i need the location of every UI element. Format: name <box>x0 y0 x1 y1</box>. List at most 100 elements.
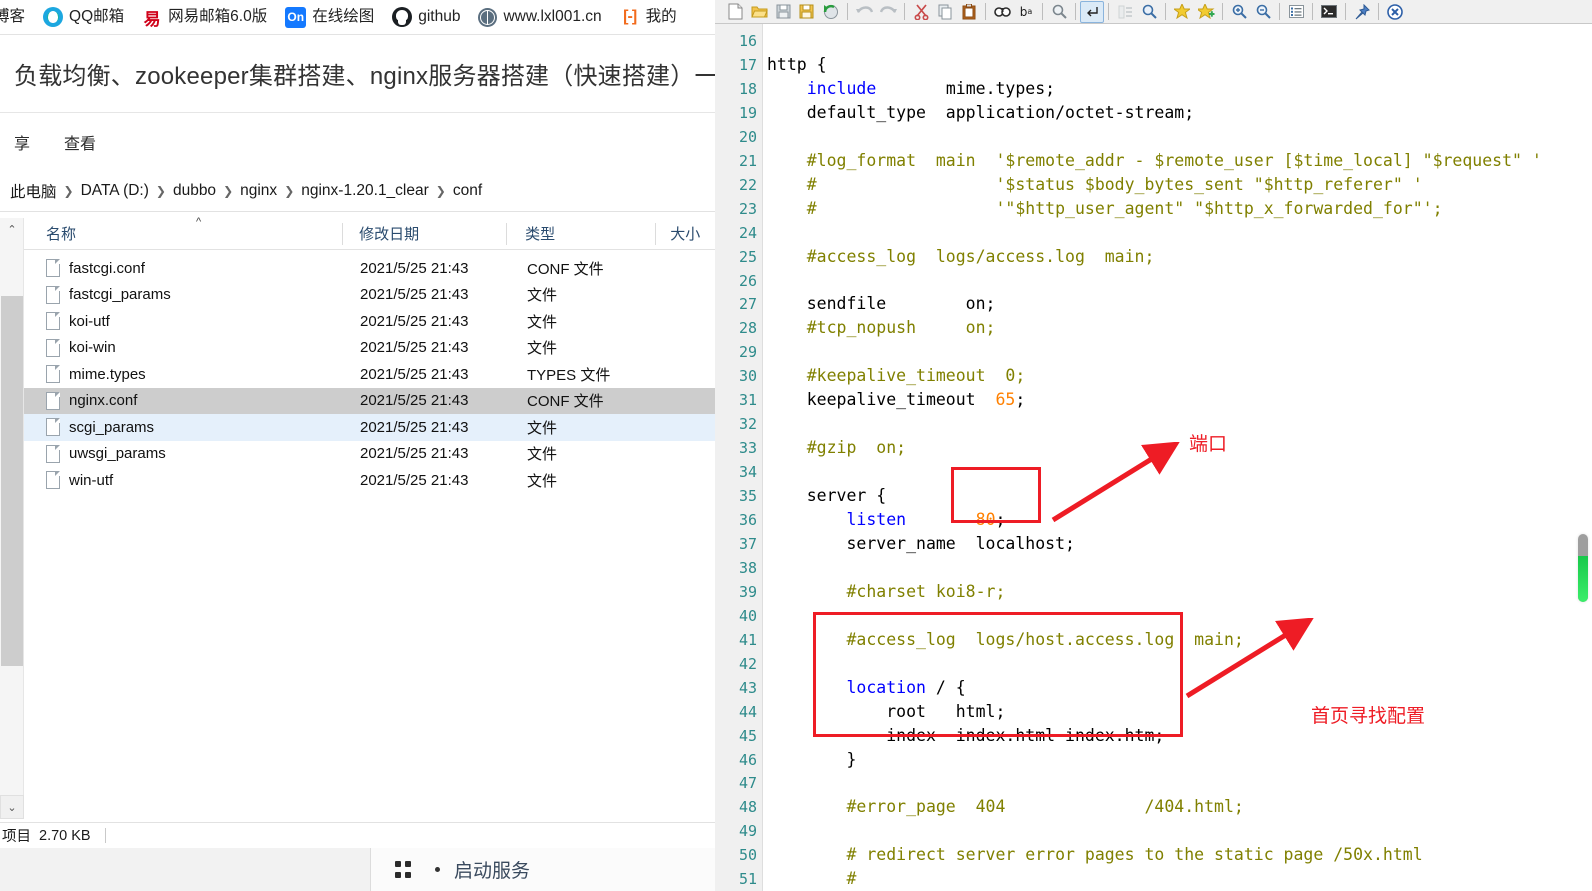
code-token: #keepalive_timeout 0; <box>767 366 1026 386</box>
table-row[interactable]: koi-utf 2021/5/25 21:43 文件 <box>24 308 715 335</box>
file-type: TYPES 文件 <box>527 366 611 384</box>
table-row[interactable]: fastcgi.conf 2021/5/25 21:43 CONF 文件 <box>24 255 715 282</box>
code-line[interactable]: root html; <box>767 700 1005 724</box>
code-line[interactable]: http { <box>767 53 827 77</box>
taskbar-left-region <box>0 848 370 891</box>
bookmark-netease-mail[interactable]: 易 网易邮箱6.0版 <box>142 7 268 29</box>
code-line[interactable]: #gzip on; <box>767 436 906 460</box>
table-row[interactable]: mime.types 2021/5/25 21:43 TYPES 文件 <box>24 361 715 388</box>
table-row[interactable]: win-utf 2021/5/25 21:43 文件 <box>24 467 715 494</box>
bookmark-icon[interactable] <box>1170 1 1194 23</box>
breadcrumb-this-pc[interactable]: 此电脑 <box>10 180 57 202</box>
bookmark-qq-mail[interactable]: QQ邮箱 <box>43 7 124 27</box>
breadcrumb-nginx[interactable]: nginx <box>240 182 277 200</box>
code-line[interactable]: #access_log logs/host.access.log main; <box>767 628 1243 652</box>
code-line[interactable]: #access_log logs/access.log main; <box>767 245 1155 269</box>
code-line[interactable]: include mime.types; <box>767 77 1055 101</box>
code-line[interactable]: # '$status $body_bytes_sent "$http_refer… <box>767 173 1423 197</box>
document-icon <box>46 338 60 357</box>
code-line[interactable]: listen 80; <box>767 508 1005 532</box>
code-line[interactable]: # <box>767 867 856 891</box>
redo-icon[interactable] <box>876 1 900 23</box>
zoom-selection-icon[interactable] <box>1137 1 1161 23</box>
new-file-icon[interactable] <box>723 1 747 23</box>
indent-guideline-icon[interactable] <box>1113 1 1137 23</box>
column-header-name[interactable]: 名称 <box>24 223 342 245</box>
code-line[interactable]: server { <box>767 484 886 508</box>
close-icon[interactable] <box>1383 1 1407 23</box>
document-icon <box>46 285 60 304</box>
breadcrumb-data-d[interactable]: DATA (D:) <box>81 182 149 200</box>
file-name: koi-utf <box>69 312 110 330</box>
zoom-out-icon[interactable] <box>1251 1 1275 23</box>
code-line[interactable]: #charset koi8-r; <box>767 580 1005 604</box>
line-number: 39 <box>738 582 757 601</box>
code-line[interactable]: # redirect server error pages to the sta… <box>767 843 1422 867</box>
code-token: # <box>767 869 857 889</box>
taskbar-item-start-service[interactable]: 启动服务 <box>435 856 530 883</box>
code-token: #charset koi8-r; <box>767 581 1006 601</box>
pin-icon[interactable] <box>1350 1 1374 23</box>
code-line[interactable]: #tcp_nopush on; <box>767 316 996 340</box>
table-row[interactable]: fastcgi_params 2021/5/25 21:43 文件 <box>24 282 715 309</box>
save-all-icon[interactable] <box>795 1 819 23</box>
save-icon[interactable] <box>771 1 795 23</box>
column-header-size[interactable]: 大小 <box>655 222 715 245</box>
scrollbar-thumb[interactable] <box>1578 556 1588 602</box>
code-line[interactable]: #log_format main '$remote_addr - $remote… <box>767 149 1542 173</box>
line-number: 25 <box>738 247 757 266</box>
code-line[interactable]: # '"$http_user_agent" "$http_x_forwarded… <box>767 197 1443 221</box>
scroll-up-icon[interactable]: ⌃ <box>0 218 24 240</box>
replace-icon[interactable]: ba <box>1014 1 1038 23</box>
scrollbar-thumb[interactable] <box>1 296 23 666</box>
show-all-chars-icon[interactable] <box>1080 0 1104 23</box>
code-line[interactable]: #error_page 404 /404.html; <box>767 795 1243 819</box>
file-list-scrollbar[interactable]: ⌃ ⌄ <box>0 218 24 818</box>
code-line[interactable]: default_type application/octet-stream; <box>767 101 1194 125</box>
run-console-icon[interactable] <box>1317 1 1341 23</box>
code-line[interactable]: keepalive_timeout 65; <box>767 388 1026 412</box>
scroll-down-icon[interactable]: ⌄ <box>0 795 24 819</box>
breadcrumb-dubbo[interactable]: dubbo <box>173 182 216 200</box>
code-editor[interactable]: 16 17 http {18 include mime.types; 19 defau… <box>715 24 1592 891</box>
separator <box>847 3 848 20</box>
bookmark-github[interactable]: github <box>392 7 460 27</box>
find-icon[interactable] <box>990 1 1014 23</box>
code-line[interactable]: sendfile on; <box>767 292 996 316</box>
code-line[interactable]: location / { <box>767 676 965 700</box>
code-line[interactable]: #keepalive_timeout 0; <box>767 364 1026 388</box>
paste-icon[interactable] <box>957 1 981 23</box>
breadcrumb-conf[interactable]: conf <box>453 182 482 200</box>
table-row-nginx-conf[interactable]: nginx.conf 2021/5/25 21:43 CONF 文件 <box>24 387 715 414</box>
file-name: nginx.conf <box>69 392 138 410</box>
tab-share[interactable]: 享 <box>14 130 30 154</box>
code-line[interactable]: index index.html index.htm; <box>767 724 1164 748</box>
zoom-in-icon[interactable] <box>1227 1 1251 23</box>
code-line[interactable]: server_name localhost; <box>767 532 1074 556</box>
cut-icon[interactable] <box>909 1 933 23</box>
copy-icon[interactable] <box>933 1 957 23</box>
sort-handles-icon[interactable] <box>395 860 413 879</box>
code-token: mime.types; <box>876 78 1056 98</box>
document-list-icon[interactable] <box>1284 1 1308 23</box>
undo-icon[interactable] <box>852 1 876 23</box>
reload-icon[interactable] <box>819 1 843 23</box>
table-row[interactable]: scgi_params 2021/5/25 21:43 文件 <box>24 414 715 441</box>
bookmark-online-draw[interactable]: On 在线绘图 <box>285 6 374 28</box>
column-header-date[interactable]: 修改日期 <box>342 222 506 245</box>
table-row[interactable]: koi-win 2021/5/25 21:43 文件 <box>24 335 715 362</box>
file-name-cell: mime.types <box>24 365 344 384</box>
column-header-type[interactable]: 类型 <box>506 222 655 245</box>
bookmark-mine[interactable]: [-] 我的 <box>620 7 677 27</box>
find-in-files-icon[interactable] <box>1047 1 1071 23</box>
tab-view[interactable]: 查看 <box>64 130 96 154</box>
bookmark-add-icon[interactable] <box>1194 1 1218 23</box>
editor-scrollbar[interactable] <box>1578 534 1588 602</box>
open-folder-icon[interactable] <box>747 1 771 23</box>
bookmark-blog[interactable]: 博客 <box>0 9 25 25</box>
table-row[interactable]: uwsgi_params 2021/5/25 21:43 文件 <box>24 441 715 468</box>
bookmark-lxl001[interactable]: www.lxl001.cn <box>478 7 602 27</box>
bracket-icon: [-] <box>623 8 637 25</box>
code-line[interactable]: } <box>767 748 856 772</box>
breadcrumb-nginx-version[interactable]: nginx-1.20.1_clear <box>301 182 429 200</box>
